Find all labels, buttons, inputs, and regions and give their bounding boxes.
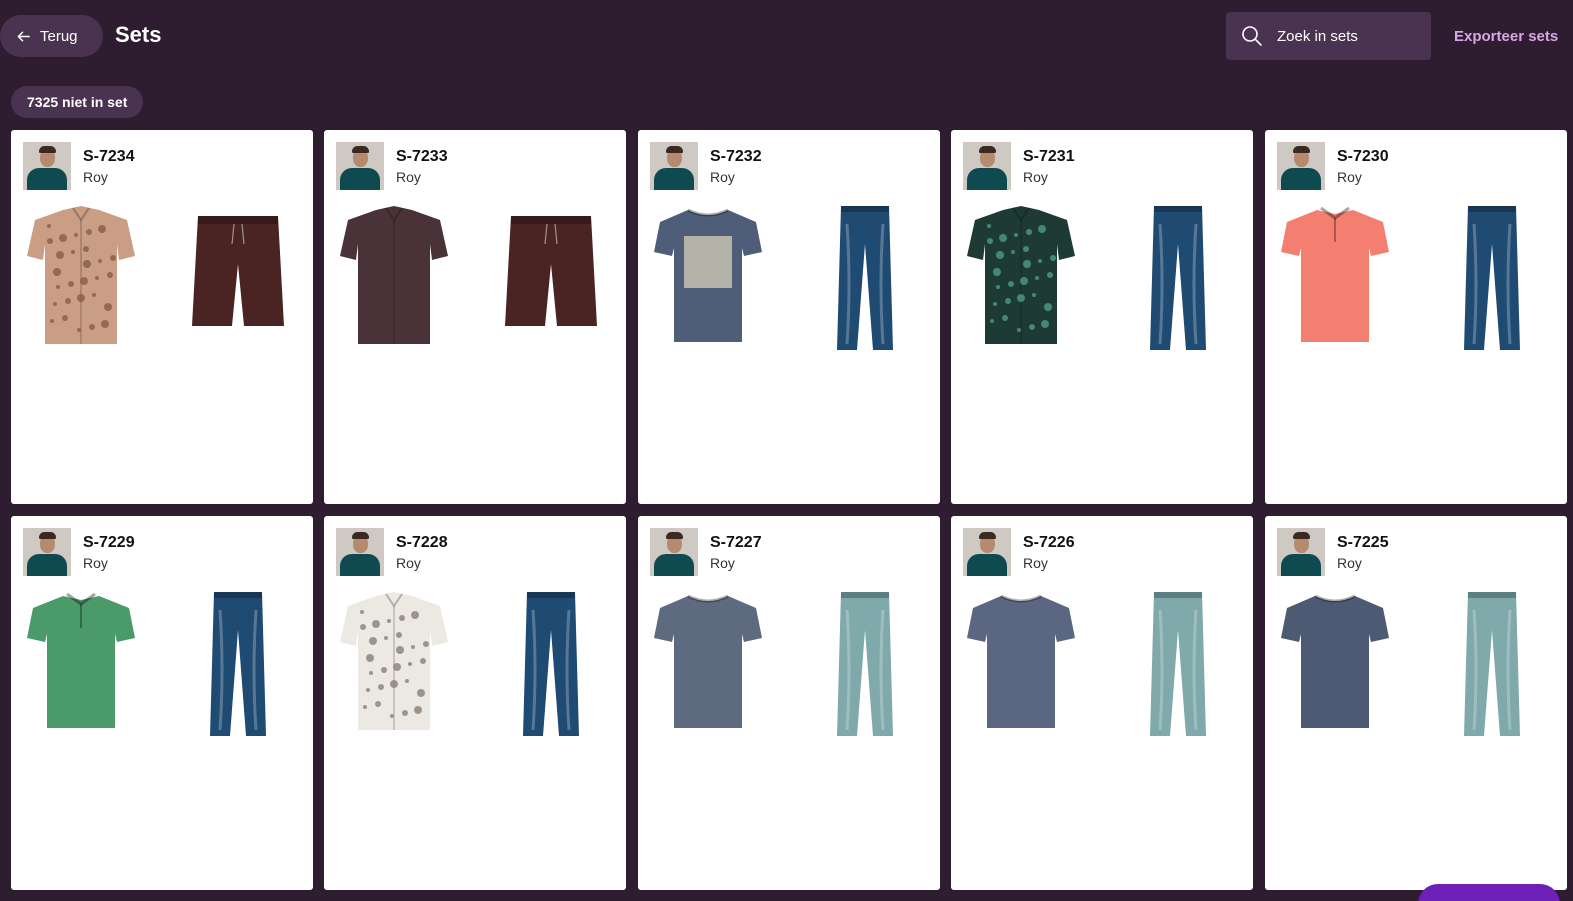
model-avatar [650, 528, 698, 576]
model-avatar [23, 528, 71, 576]
set-card[interactable]: S-7226 Roy [951, 516, 1253, 890]
page-title: Sets [115, 22, 162, 47]
set-id: S-7226 [1023, 534, 1075, 551]
top-garment-image [963, 204, 1079, 352]
set-card[interactable]: S-7229 Roy [11, 516, 313, 890]
top-garment-image [650, 204, 766, 352]
model-avatar [650, 142, 698, 190]
bottom-garment-image [1434, 204, 1550, 352]
bottom-garment-image [493, 590, 609, 738]
set-card[interactable]: S-7232 Roy [638, 130, 940, 504]
floating-action-button[interactable] [1418, 884, 1560, 901]
set-card[interactable]: S-7230 Roy [1265, 130, 1567, 504]
set-card[interactable]: S-7227 Roy [638, 516, 940, 890]
top-garment-image [336, 590, 452, 738]
set-owner: Roy [710, 169, 735, 185]
bottom-garment-image [807, 204, 923, 352]
set-id: S-7231 [1023, 148, 1075, 165]
model-avatar [336, 142, 384, 190]
set-card[interactable]: S-7228 Roy [324, 516, 626, 890]
search-input[interactable] [1277, 27, 1417, 45]
search-icon [1242, 26, 1262, 46]
set-id: S-7232 [710, 148, 762, 165]
set-card[interactable]: S-7233 Roy [324, 130, 626, 504]
top-garment-image [1277, 590, 1393, 738]
set-card[interactable]: S-7234 Roy [11, 130, 313, 504]
set-owner: Roy [710, 555, 735, 571]
set-owner: Roy [396, 169, 421, 185]
bottom-garment-image [1120, 204, 1236, 352]
set-id: S-7234 [83, 148, 135, 165]
set-id: S-7229 [83, 534, 135, 551]
model-avatar [23, 142, 71, 190]
top-garment-image [963, 590, 1079, 738]
arrow-left-icon [17, 31, 30, 41]
back-button-label: Terug [40, 27, 78, 45]
export-sets-link[interactable]: Exporteer sets [1454, 28, 1558, 45]
bottom-garment-image [180, 204, 296, 352]
top-garment-image [23, 204, 139, 352]
set-owner: Roy [1023, 169, 1048, 185]
set-owner: Roy [83, 555, 108, 571]
set-id: S-7233 [396, 148, 448, 165]
set-card[interactable]: S-7225 Roy [1265, 516, 1567, 890]
set-id: S-7228 [396, 534, 448, 551]
set-owner: Roy [1337, 169, 1362, 185]
bottom-garment-image [493, 204, 609, 352]
set-owner: Roy [1337, 555, 1362, 571]
model-avatar [963, 528, 1011, 576]
bottom-garment-image [1434, 590, 1550, 738]
set-id: S-7230 [1337, 148, 1389, 165]
back-button[interactable]: Terug [0, 15, 103, 57]
bottom-garment-image [180, 590, 296, 738]
model-avatar [1277, 528, 1325, 576]
set-card[interactable]: S-7231 Roy [951, 130, 1253, 504]
set-id: S-7225 [1337, 534, 1389, 551]
model-avatar [336, 528, 384, 576]
top-garment-image [23, 590, 139, 738]
top-garment-image [336, 204, 452, 352]
set-owner: Roy [1023, 555, 1048, 571]
top-garment-image [1277, 204, 1393, 352]
model-avatar [963, 142, 1011, 190]
not-in-set-filter-chip[interactable]: 7325 niet in set [11, 86, 144, 118]
set-owner: Roy [396, 555, 421, 571]
bottom-garment-image [807, 590, 923, 738]
top-bar: Terug Sets Exporteer sets [0, 0, 1573, 72]
top-garment-image [650, 590, 766, 738]
set-owner: Roy [83, 169, 108, 185]
set-id: S-7227 [710, 534, 762, 551]
bottom-garment-image [1120, 590, 1236, 738]
model-avatar [1277, 142, 1325, 190]
search-box[interactable] [1226, 12, 1431, 60]
